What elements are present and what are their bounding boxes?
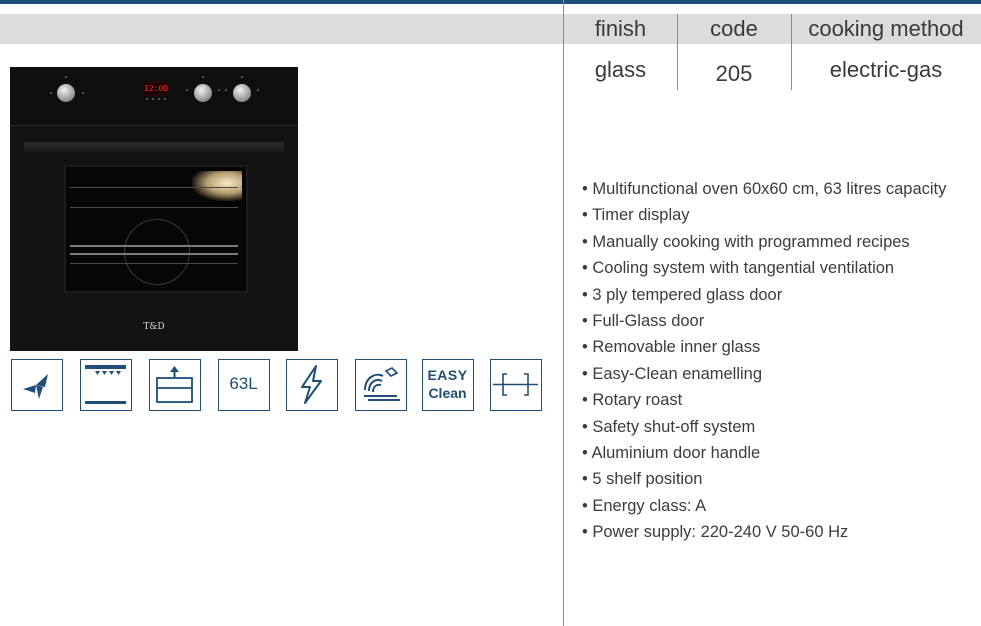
feature-item: • Aluminium door handle [582,443,761,462]
button-dot [158,98,160,100]
knob-marker [186,89,188,91]
spec-value-cooking-method: electric-gas [829,57,943,82]
timer-display: 12:00 [143,82,169,95]
oven-rack [70,263,238,264]
knob-marker [65,76,67,78]
convection-fan [124,219,190,285]
spec-header-code: code [710,16,758,41]
oven-rack [70,207,238,208]
spec-header-cooking-method: cooking method [808,16,964,41]
spec-value-code: 205 [715,61,753,86]
top-heat-icon [80,359,132,411]
header-bar [0,14,564,44]
top-accent-line [0,0,981,4]
knob-marker [202,76,204,78]
knob-marker [82,92,84,94]
door-handle [24,142,284,152]
width-icon [490,359,542,411]
feature-item: • Cooling system with tangential ventila… [582,259,895,278]
feature-item: • Multifunctional oven 60x60 cm, 63 litr… [582,180,947,198]
knob-marker [257,89,259,91]
oven-control-panel: 12:00 [10,67,298,126]
button-dot [146,98,148,100]
feature-item: • Rotary roast [582,391,683,410]
lightning-icon [286,359,338,411]
feature-item: • Manually cooking with programmed recip… [582,232,910,251]
oven-rack [70,245,238,247]
fan-icon [11,359,63,411]
fan-wave-icon [355,359,407,411]
oven-rack [70,187,238,188]
capacity-label: 63L [229,374,258,393]
column-divider [563,0,564,626]
left-knob [57,84,75,102]
knob-marker [225,89,227,91]
knob-marker [50,92,52,94]
oven-light [192,171,242,201]
spec-value-finish: glass [594,57,647,82]
oven-rack [70,253,238,255]
feature-item: • Timer display [582,206,690,225]
feature-item: • 5 shelf position [582,470,703,489]
button-dot [164,98,166,100]
feature-item: • Power supply: 220-240 V 50-60 Hz [582,523,849,542]
button-dot [152,98,154,100]
knob-marker [218,89,220,91]
feature-item: • 3 ply tempered glass door [582,285,783,304]
feature-list: • Multifunctional oven 60x60 cm, 63 litr… [582,176,946,545]
feature-item: • Energy class: A [582,496,707,515]
knob-marker [241,76,243,78]
capacity-icon: 63L [218,359,270,411]
easy-clean-line1: EASY [427,367,468,383]
spec-divider-1 [677,14,678,90]
oven-product-image: 12:00 T&D [10,67,298,351]
easy-clean-icon: EASY Clean [422,359,474,411]
oven-window [64,165,248,293]
spec-divider-2 [791,14,792,90]
spec-header-finish: finish [594,16,647,41]
feature-item: • Full-Glass door [582,311,705,330]
drawer-icon [149,359,201,411]
temperature-knob [233,84,251,102]
feature-item: • Safety shut-off system [582,417,756,436]
feature-item: • Easy-Clean enamelling [582,364,763,383]
easy-clean-line2: Clean [428,385,467,401]
function-knob [194,84,212,102]
oven-brand-logo: T&D [143,322,165,332]
feature-item: • Removable inner glass [582,338,761,357]
